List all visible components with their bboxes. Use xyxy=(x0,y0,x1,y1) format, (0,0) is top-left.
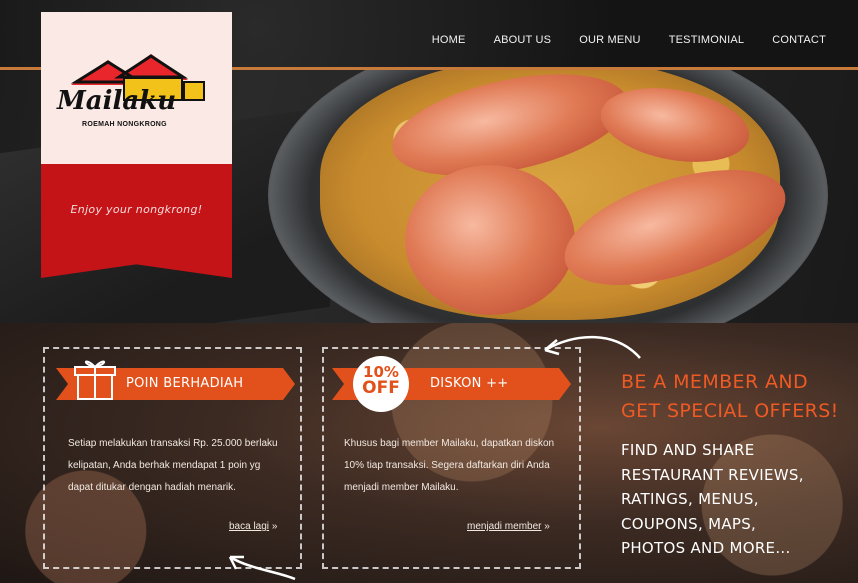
brand-name: Mailaku xyxy=(57,86,177,116)
benefit-line: PHOTOS AND MORE... xyxy=(621,539,791,557)
offers-section: POIN BERHADIAH Setiap melakukan transaks… xyxy=(0,323,858,583)
benefit-line: RESTAURANT REVIEWS, xyxy=(621,465,804,484)
nav-testimonial[interactable]: TESTIMONIAL xyxy=(655,34,759,46)
link-arrow: » xyxy=(544,521,550,532)
benefit-line: COUPONS, MAPS, xyxy=(621,514,757,533)
logo-ribbon xyxy=(41,164,232,278)
curved-arrow-icon xyxy=(228,555,296,581)
page: HOME ABOUT US OUR MENU TESTIMONIAL CONTA… xyxy=(0,0,858,583)
become-member-label[interactable]: menjadi member xyxy=(467,521,541,532)
brand-subtitle: ROEMAH NONGKRONG xyxy=(82,121,167,128)
member-benefits: FIND AND SHARE RESTAURANT REVIEWS, RATIN… xyxy=(621,438,853,561)
discount-badge: 10% OFF xyxy=(353,356,409,412)
main-nav: HOME ABOUT US OUR MENU TESTIMONIAL CONTA… xyxy=(418,34,840,46)
nav-about-us[interactable]: ABOUT US xyxy=(480,34,566,46)
offer-description: Setiap melakukan transaksi Rp. 25.000 be… xyxy=(68,438,278,493)
offer-description: Khusus bagi member Mailaku, dapatkan dis… xyxy=(344,438,555,493)
benefit-line: RATINGS, MENUS, xyxy=(621,490,759,508)
offer-title: DISKON ++ xyxy=(430,376,509,391)
badge-off: OFF xyxy=(362,378,400,398)
nav-home[interactable]: HOME xyxy=(418,34,480,46)
become-member-link[interactable]: menjadi member » xyxy=(467,521,550,532)
link-arrow: » xyxy=(271,521,278,532)
nav-contact[interactable]: CONTACT xyxy=(758,34,840,46)
tagline: Enjoy your nongkrong! xyxy=(70,203,203,216)
headline-line: GET SPECIAL OFFERS! xyxy=(621,400,839,422)
read-more-link[interactable]: baca lagi » xyxy=(229,521,277,532)
nav-our-menu[interactable]: OUR MENU xyxy=(565,34,655,46)
headline-line: BE A MEMBER AND xyxy=(621,371,809,393)
benefit-line: FIND AND SHARE xyxy=(621,441,755,459)
read-more-label[interactable]: baca lagi xyxy=(229,521,269,532)
offer-title: POIN BERHADIAH xyxy=(126,376,244,391)
gift-icon xyxy=(74,360,116,400)
shrimp-image xyxy=(405,165,575,315)
member-headline: BE A MEMBER AND GET SPECIAL OFFERS! xyxy=(621,368,851,426)
